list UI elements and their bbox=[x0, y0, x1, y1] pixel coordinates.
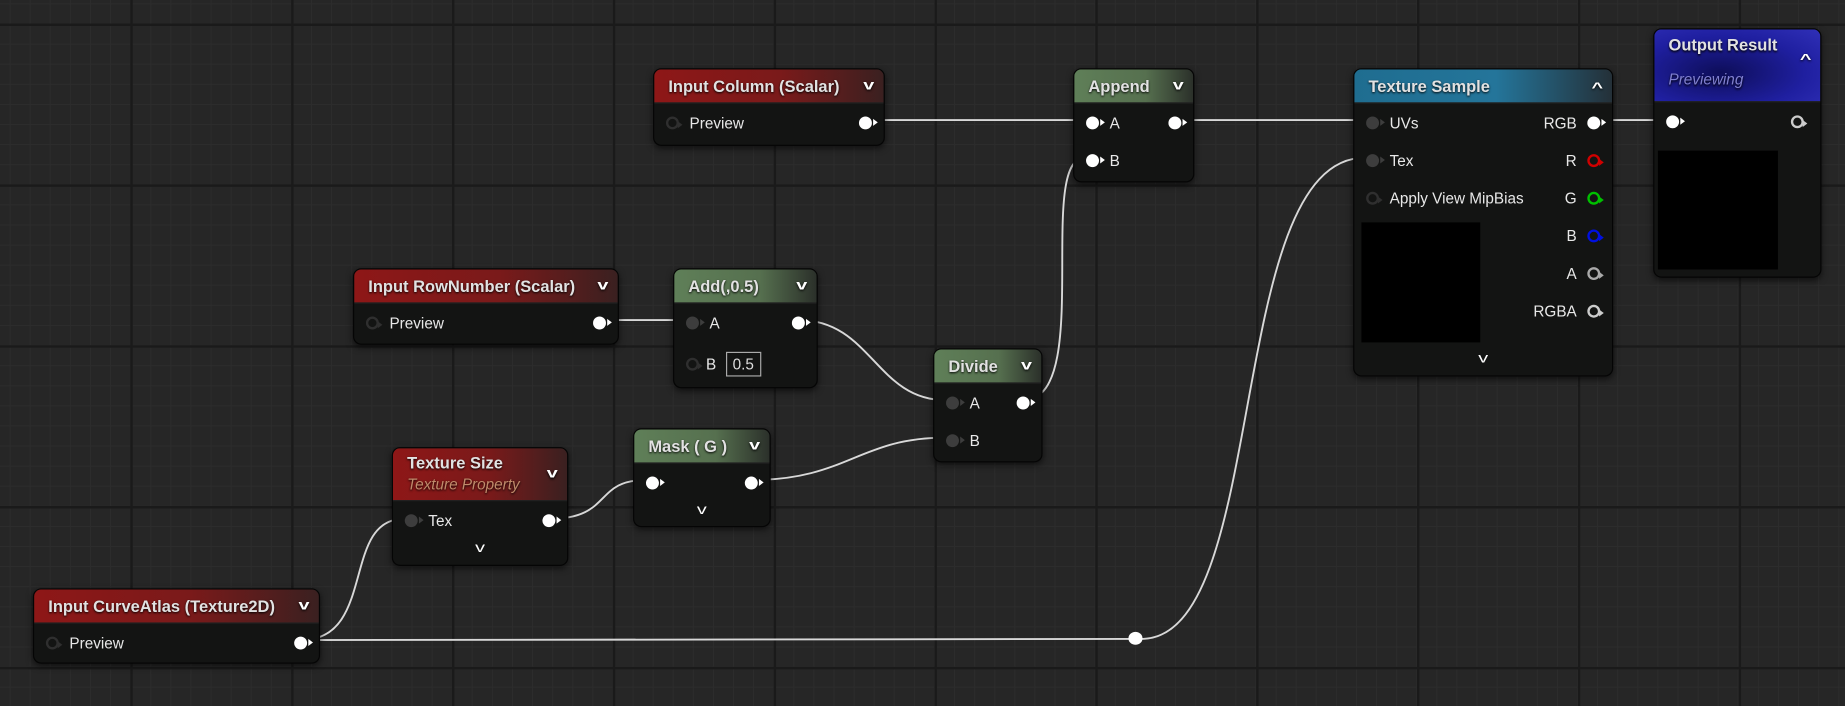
material-graph-canvas[interactable]: Input Column (Scalar) v Preview Append v A… bbox=[0, 0, 1845, 706]
node-title: Input RowNumber (Scalar) bbox=[368, 276, 576, 296]
pin-output[interactable] bbox=[1790, 114, 1808, 128]
pin-label: Preview bbox=[389, 313, 444, 332]
pin-label: RGB bbox=[1543, 113, 1577, 132]
node-input-rownumber[interactable]: Input RowNumber (Scalar) v Preview bbox=[352, 268, 619, 345]
node-title: Output Result bbox=[1668, 35, 1778, 55]
pin-tex-input[interactable] bbox=[404, 513, 424, 527]
pin-label: B bbox=[1566, 226, 1577, 245]
wire-knot-to-tex bbox=[1141, 156, 1365, 640]
pin-g-output[interactable] bbox=[1587, 191, 1604, 205]
pin-rgba-output[interactable] bbox=[1587, 304, 1604, 318]
node-append[interactable]: Append v A B bbox=[1073, 68, 1195, 183]
pin-rgb-output[interactable] bbox=[1587, 115, 1607, 129]
pin-label: B bbox=[705, 354, 717, 373]
reroute-knot[interactable] bbox=[1128, 631, 1143, 645]
pin-output[interactable] bbox=[858, 115, 878, 129]
chevron-up-icon[interactable]: ^ bbox=[1800, 51, 1812, 67]
pin-tex-input[interactable] bbox=[1366, 153, 1385, 167]
chevron-down-icon[interactable]: v bbox=[1354, 349, 1612, 365]
pin-mipbias-input[interactable] bbox=[1366, 191, 1383, 205]
pin-label: Preview bbox=[689, 113, 744, 132]
node-title: Append bbox=[1088, 76, 1150, 96]
pin-label: B bbox=[1109, 151, 1120, 169]
pin-label: A bbox=[1109, 113, 1120, 132]
node-title: Mask ( G ) bbox=[648, 436, 728, 456]
node-title: Add(,0.5) bbox=[688, 276, 759, 296]
pin-output[interactable] bbox=[294, 635, 313, 649]
pin-a-input[interactable] bbox=[1086, 115, 1105, 129]
node-input-column[interactable]: Input Column (Scalar) v Preview bbox=[653, 68, 885, 146]
node-add[interactable]: Add(,0.5) v A B 0.5 bbox=[673, 268, 818, 389]
node-mask[interactable]: Mask ( G ) v v bbox=[633, 428, 771, 528]
wire-add-to-divide-a bbox=[798, 319, 945, 402]
node-input-curveatlas[interactable]: Input CurveAtlas (Texture2D) v Preview bbox=[32, 588, 321, 664]
pin-b-input[interactable] bbox=[1086, 153, 1105, 167]
node-title: Texture Sample bbox=[1368, 76, 1490, 96]
node-texture-size[interactable]: Texture Size Texture Property v Tex v bbox=[391, 447, 569, 566]
wire-mask-to-divide-b bbox=[750, 436, 945, 482]
pin-label: Apply View MipBias bbox=[1389, 188, 1524, 207]
pin-label: A bbox=[969, 393, 980, 412]
chevron-down-icon[interactable]: v bbox=[797, 277, 808, 293]
pin-input[interactable] bbox=[45, 635, 63, 649]
pin-a-input[interactable] bbox=[946, 395, 965, 409]
pin-b-output[interactable] bbox=[1587, 228, 1604, 242]
pin-r-output[interactable] bbox=[1587, 153, 1604, 167]
pin-label: R bbox=[1565, 151, 1577, 169]
chevron-down-icon[interactable]: v bbox=[547, 465, 558, 481]
pin-label: UVs bbox=[1389, 113, 1419, 132]
pin-b-input[interactable] bbox=[946, 433, 965, 447]
node-title: Divide bbox=[948, 356, 998, 376]
pin-label: RGBA bbox=[1533, 301, 1577, 320]
pin-label: A bbox=[709, 313, 720, 332]
pin-output[interactable] bbox=[791, 315, 811, 329]
node-title: Input Column (Scalar) bbox=[668, 76, 840, 96]
pin-output[interactable] bbox=[542, 513, 562, 527]
pin-input[interactable] bbox=[365, 315, 383, 329]
pin-input[interactable] bbox=[665, 115, 683, 129]
pin-output[interactable] bbox=[744, 475, 764, 489]
pin-a-input[interactable] bbox=[685, 315, 705, 329]
chevron-down-icon[interactable]: v bbox=[864, 76, 875, 92]
node-title: Texture Size bbox=[407, 453, 503, 472]
node-subtitle: Previewing bbox=[1668, 70, 1744, 89]
node-subtitle: Texture Property bbox=[407, 475, 520, 494]
chevron-down-icon[interactable]: v bbox=[598, 277, 609, 293]
pin-label: Preview bbox=[69, 633, 124, 652]
chevron-down-icon[interactable]: v bbox=[634, 501, 769, 517]
pin-b-input[interactable] bbox=[685, 357, 703, 371]
output-preview bbox=[1657, 150, 1778, 270]
pin-label: B bbox=[969, 431, 980, 449]
node-texture-sample[interactable]: Texture Sample ^ UVs RGB Tex R Apply View M… bbox=[1353, 68, 1614, 377]
wire-curveatlas-to-knot bbox=[301, 637, 1130, 642]
pin-a-output[interactable] bbox=[1587, 266, 1604, 280]
pin-uvs-input[interactable] bbox=[1366, 115, 1385, 129]
pin-output[interactable] bbox=[593, 315, 612, 329]
chevron-up-icon[interactable]: ^ bbox=[1592, 79, 1604, 95]
b-value-input[interactable]: 0.5 bbox=[725, 351, 762, 376]
pin-label: A bbox=[1566, 264, 1577, 282]
node-output-result[interactable]: Output Result Previewing ^ bbox=[1653, 28, 1822, 278]
chevron-down-icon[interactable]: v bbox=[1021, 357, 1032, 373]
chevron-down-icon[interactable]: v bbox=[393, 539, 567, 555]
node-divide[interactable]: Divide v A B bbox=[933, 348, 1043, 463]
pin-label: Tex bbox=[1389, 151, 1414, 169]
node-title: Input CurveAtlas (Texture2D) bbox=[48, 596, 275, 616]
texture-preview bbox=[1361, 222, 1481, 343]
pin-input[interactable] bbox=[1666, 114, 1685, 128]
pin-input[interactable] bbox=[645, 475, 665, 489]
pin-output[interactable] bbox=[1016, 395, 1036, 409]
chevron-down-icon[interactable]: v bbox=[1173, 76, 1184, 92]
pin-output[interactable] bbox=[1168, 115, 1188, 129]
pin-label: G bbox=[1564, 188, 1577, 207]
pin-label: Tex bbox=[428, 511, 453, 529]
chevron-down-icon[interactable]: v bbox=[299, 597, 310, 613]
chevron-down-icon[interactable]: v bbox=[750, 437, 761, 453]
